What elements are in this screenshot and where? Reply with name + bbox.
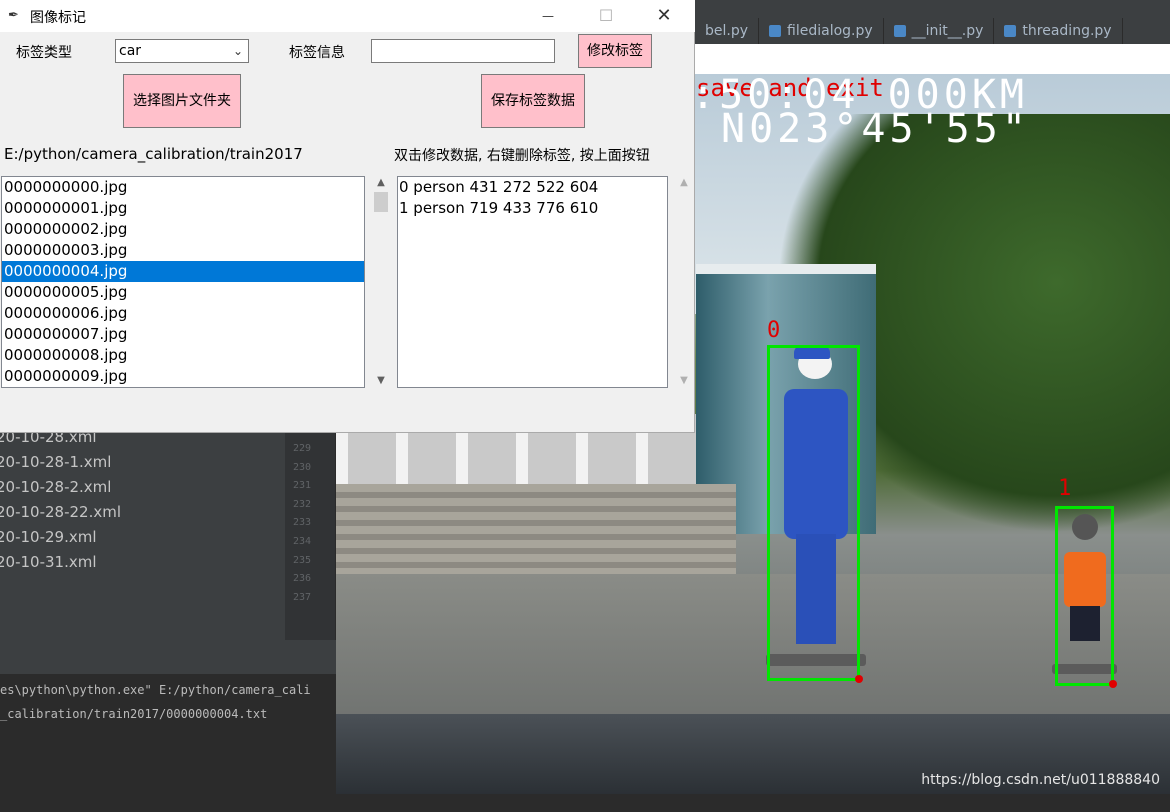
bounding-box-handle[interactable] bbox=[855, 675, 863, 683]
line-number: 230 bbox=[293, 461, 312, 473]
label-type-value: car bbox=[119, 43, 142, 59]
scrollbar-thumb[interactable] bbox=[374, 192, 388, 212]
python-file-icon bbox=[769, 25, 782, 37]
list-item[interactable]: 0000000007.jpg bbox=[2, 324, 364, 345]
line-number: 234 bbox=[293, 535, 312, 547]
line-number: 236 bbox=[293, 573, 312, 585]
line-number: 233 bbox=[293, 517, 312, 529]
label-type-select[interactable]: car ⌄ bbox=[115, 39, 249, 63]
annotation-item[interactable]: 0 person 431 272 522 604 bbox=[398, 177, 667, 198]
line-number: 229 bbox=[293, 443, 312, 454]
image-file-list[interactable]: 0000000000.jpg 0000000001.jpg 0000000002… bbox=[1, 176, 365, 388]
ide-file-tree: 20-10-28.xml 20-10-28-1.xml 20-10-28-2.x… bbox=[0, 420, 285, 640]
bounding-box-handle[interactable] bbox=[1109, 680, 1117, 688]
bounding-box[interactable] bbox=[1055, 506, 1114, 686]
label-info-input[interactable] bbox=[371, 39, 555, 63]
line-number: 235 bbox=[293, 554, 312, 566]
python-file-icon bbox=[893, 25, 906, 37]
modify-label-button[interactable]: 修改标签 bbox=[578, 34, 652, 68]
ide-tab-label: threading.py bbox=[1022, 23, 1112, 39]
bounding-box-label: 0 bbox=[767, 318, 781, 343]
minimize-button[interactable]: — bbox=[525, 0, 571, 32]
ide-tab[interactable]: filedialog.py bbox=[759, 18, 884, 44]
label-type-caption: 标签类型 bbox=[16, 45, 72, 61]
python-file-icon bbox=[1004, 25, 1017, 37]
ide-tab-label: __init__.py bbox=[911, 23, 984, 39]
line-number: 231 bbox=[293, 480, 312, 492]
list-item[interactable]: 0000000005.jpg bbox=[2, 282, 364, 303]
file-tree-item[interactable]: 20-10-28-2.xml bbox=[0, 475, 285, 500]
line-number: 237 bbox=[293, 591, 312, 603]
watermark: https://blog.csdn.net/u011888840 bbox=[921, 772, 1160, 788]
list-item[interactable]: 0000000001.jpg bbox=[2, 198, 364, 219]
select-folder-button[interactable]: 选择图片文件夹 bbox=[123, 74, 241, 128]
ide-line-gutter: 229 230 231 232 233 234 235 236 237 bbox=[285, 420, 335, 640]
console-line: es\python\python.exe" E:/python/camera_c… bbox=[0, 683, 311, 697]
console-line: _calibration/train2017/0000000004.txt bbox=[0, 707, 268, 721]
list-item-selected[interactable]: 0000000004.jpg bbox=[2, 261, 364, 282]
scroll-down-icon[interactable]: ▼ bbox=[676, 374, 692, 388]
window-titlebar[interactable]: ✒ 图像标记 — ☐ ✕ bbox=[0, 0, 695, 32]
annotation-item[interactable]: 1 person 719 433 776 610 bbox=[398, 198, 667, 219]
file-tree-item[interactable]: 20-10-28-22.xml bbox=[0, 500, 285, 525]
label-info-caption: 标签信息 bbox=[289, 45, 345, 61]
list-item[interactable]: 0000000009.jpg bbox=[2, 366, 364, 387]
list-item[interactable]: 0000000003.jpg bbox=[2, 240, 364, 261]
ide-tab[interactable]: bel.py bbox=[695, 18, 760, 44]
feather-icon: ✒ bbox=[8, 8, 19, 23]
list-item[interactable]: 0000000008.jpg bbox=[2, 345, 364, 366]
ide-tab-label: bel.py bbox=[705, 23, 749, 39]
scroll-down-icon[interactable]: ▼ bbox=[372, 374, 390, 388]
ide-tab-bar: bel.py filedialog.py __init__.py threadi… bbox=[695, 18, 1170, 44]
ide-titlebar bbox=[695, 0, 1170, 18]
annotation-scrollbar[interactable]: ▲ ▼ bbox=[676, 176, 692, 388]
scroll-up-icon[interactable]: ▲ bbox=[372, 176, 390, 190]
ide-tab[interactable]: threading.py bbox=[994, 18, 1123, 44]
usage-hint: 双击修改数据, 右键删除标签, 按上面按钮 bbox=[394, 148, 650, 164]
label-tool-window: ✒ 图像标记 — ☐ ✕ 标签类型 car ⌄ 标签信息 修改标签 选择图片文件… bbox=[0, 0, 695, 433]
file-tree-item[interactable]: 20-10-29.xml bbox=[0, 525, 285, 550]
window-title: 图像标记 bbox=[30, 10, 86, 26]
dashcam-overlay-coords: N023°45'55" bbox=[721, 106, 1030, 152]
bounding-box-label: 1 bbox=[1058, 476, 1072, 501]
file-tree-item[interactable]: 20-10-31.xml bbox=[0, 550, 285, 575]
ide-editor-strip bbox=[695, 44, 1170, 74]
ide-console: es\python\python.exe" E:/python/camera_c… bbox=[0, 674, 336, 812]
ide-tab-label: filedialog.py bbox=[787, 23, 873, 39]
list-item[interactable]: 0000000006.jpg bbox=[2, 303, 364, 324]
ide-run-toolbar bbox=[0, 640, 336, 674]
ide-tab[interactable]: __init__.py bbox=[884, 18, 995, 44]
line-number: 232 bbox=[293, 498, 312, 510]
save-label-button[interactable]: 保存标签数据 bbox=[481, 74, 585, 128]
scroll-up-icon[interactable]: ▲ bbox=[676, 176, 692, 190]
list-item[interactable]: 0000000002.jpg bbox=[2, 219, 364, 240]
close-button[interactable]: ✕ bbox=[641, 0, 687, 32]
maximize-button[interactable]: ☐ bbox=[583, 0, 629, 32]
list-item[interactable]: 0000000000.jpg bbox=[2, 177, 364, 198]
folder-path: E:/python/camera_calibration/train2017 bbox=[4, 145, 303, 163]
annotation-list[interactable]: 0 person 431 272 522 604 1 person 719 43… bbox=[397, 176, 668, 388]
bounding-box[interactable] bbox=[767, 345, 860, 681]
file-tree-item[interactable]: 20-10-28-1.xml bbox=[0, 450, 285, 475]
file-list-scrollbar[interactable]: ▲ ▼ bbox=[372, 176, 390, 388]
chevron-down-icon[interactable]: ⌄ bbox=[233, 40, 243, 62]
